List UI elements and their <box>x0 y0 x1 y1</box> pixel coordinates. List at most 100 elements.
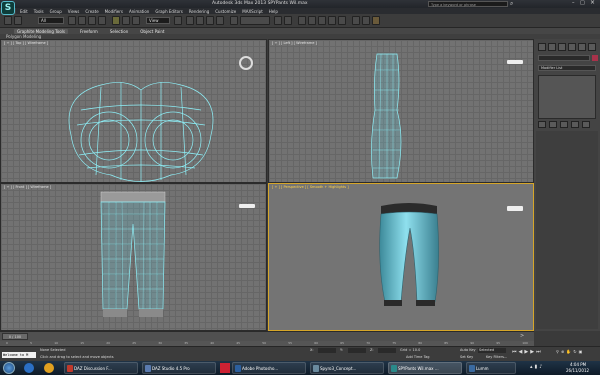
app-logo-icon[interactable]: S <box>1 1 15 15</box>
time-slider[interactable]: 0 / 100 > <box>0 331 534 341</box>
time-slider-thumb[interactable]: 0 / 100 <box>2 333 28 340</box>
goto-start-icon[interactable]: ⏮ <box>512 349 517 359</box>
menu-item[interactable]: Graph Editors <box>155 9 182 14</box>
pin-stack-icon[interactable] <box>538 121 546 128</box>
modify-tab-icon[interactable] <box>548 43 556 51</box>
close-icon[interactable]: × <box>590 0 595 6</box>
auto-key-button[interactable]: Auto Key <box>460 348 476 352</box>
window-crossing-icon[interactable] <box>98 16 106 25</box>
curve-editor-icon[interactable] <box>318 16 326 25</box>
next-frame-icon[interactable]: ▶ <box>530 349 534 359</box>
angle-snap-icon[interactable] <box>196 16 204 25</box>
clock-date[interactable]: 26/11/2012 <box>566 368 589 373</box>
modifier-stack[interactable] <box>538 75 596 119</box>
render-setup-icon[interactable] <box>352 16 360 25</box>
viewport-left[interactable]: [ + ] [ Left ] [ Wireframe ] <box>268 39 534 183</box>
goto-end-icon[interactable]: ⏭ <box>536 349 541 359</box>
explorer-icon[interactable] <box>44 363 54 373</box>
viewport-front[interactable]: [ + ] [ Front ] [ Wireframe ] <box>0 183 267 331</box>
redo-icon[interactable] <box>14 16 22 25</box>
reference-coordinate-dropdown[interactable]: View <box>146 17 170 24</box>
key-mode-dropdown[interactable]: Selected <box>478 348 506 353</box>
render-icon[interactable] <box>372 16 380 25</box>
play-icon[interactable]: ▶ <box>524 349 528 359</box>
maxscript-listener[interactable]: Welcome to M <box>2 352 36 358</box>
snaps-toggle-icon[interactable] <box>186 16 194 25</box>
align-icon[interactable] <box>284 16 292 25</box>
set-key-button[interactable]: Set Key <box>460 355 473 359</box>
minimize-icon[interactable]: – <box>572 0 575 6</box>
taskbar-item[interactable]: DAZ Studio 4.5 Pro <box>142 362 216 374</box>
tab-selection[interactable]: Selection <box>110 29 128 34</box>
next-frame-icon[interactable]: > <box>520 333 524 339</box>
maximize-viewport-icon[interactable]: ▣ <box>579 349 583 359</box>
orbit-icon[interactable]: ↻ <box>573 349 576 359</box>
illustrator-icon[interactable] <box>220 363 230 373</box>
menu-item[interactable]: MAXScript <box>242 9 263 14</box>
taskbar-item[interactable]: Spyro3_Concept... <box>310 362 384 374</box>
zoom-icon[interactable]: ⚲ <box>556 349 559 359</box>
mirror-icon[interactable] <box>274 16 282 25</box>
display-tab-icon[interactable] <box>578 43 586 51</box>
schematic-view-icon[interactable] <box>328 16 336 25</box>
taskbar-item[interactable]: Adobe Photosho... <box>232 362 306 374</box>
rotate-icon[interactable] <box>122 16 130 25</box>
ie-icon[interactable] <box>24 363 34 373</box>
pivot-icon[interactable] <box>174 16 182 25</box>
menu-item[interactable]: Create <box>85 9 98 14</box>
modifier-list-dropdown[interactable]: Modifier List <box>538 65 596 71</box>
taskbar-item-active[interactable]: SPYPants Wil.max ... <box>388 362 462 374</box>
object-color-swatch[interactable] <box>592 55 598 61</box>
move-icon[interactable] <box>112 16 120 25</box>
graphite-toggle-icon[interactable] <box>308 16 316 25</box>
utilities-tab-icon[interactable] <box>588 43 596 51</box>
select-icon[interactable] <box>68 16 76 25</box>
object-name-field[interactable] <box>538 55 590 61</box>
viewport-top[interactable]: [ + ] [ Top ] [ Wireframe ] <box>0 39 267 183</box>
menu-item[interactable]: Animation <box>129 9 149 14</box>
menu-item[interactable]: Modifiers <box>105 9 123 14</box>
volume-icon[interactable]: ♪ <box>539 364 542 372</box>
menu-item[interactable]: Tools <box>34 9 44 14</box>
make-unique-icon[interactable] <box>560 121 568 128</box>
viewcube-icon[interactable] <box>507 206 523 211</box>
menu-item[interactable]: Edit <box>20 9 28 14</box>
pan-icon[interactable]: ✋ <box>566 349 571 359</box>
tab-object-paint[interactable]: Object Paint <box>140 29 164 34</box>
remove-modifier-icon[interactable] <box>571 121 579 128</box>
edit-named-selection-icon[interactable] <box>230 16 238 25</box>
menu-item[interactable]: Group <box>50 9 62 14</box>
zoom-all-icon[interactable]: ⊕ <box>561 349 564 359</box>
network-icon[interactable]: ▮ <box>535 364 538 372</box>
z-coord-field[interactable] <box>378 348 396 353</box>
tab-freeform[interactable]: Freeform <box>80 29 98 34</box>
taskbar-item[interactable]: Lumm <box>466 362 516 374</box>
menu-item[interactable]: Views <box>68 9 80 14</box>
taskbar-item[interactable]: DAZ Discussion F... <box>64 362 138 374</box>
clock-time[interactable]: 4:04 PM <box>570 362 586 367</box>
rendered-frame-icon[interactable] <box>362 16 370 25</box>
menu-item[interactable]: Rendering <box>189 9 209 14</box>
named-selection-dropdown[interactable] <box>240 16 270 25</box>
viewcube-icon[interactable] <box>239 56 253 70</box>
add-time-tag[interactable]: Add Time Tag <box>406 355 430 359</box>
selection-filter-dropdown[interactable]: All <box>38 17 64 24</box>
spinner-snap-icon[interactable] <box>216 16 224 25</box>
x-coord-field[interactable] <box>318 348 336 353</box>
select-by-name-icon[interactable] <box>78 16 86 25</box>
layer-manager-icon[interactable] <box>298 16 306 25</box>
scale-icon[interactable] <box>132 16 140 25</box>
start-button[interactable] <box>3 362 15 374</box>
viewcube-icon[interactable] <box>507 60 523 64</box>
search-icon[interactable]: ⌕ <box>510 0 513 8</box>
y-coord-field[interactable] <box>348 348 366 353</box>
menu-item[interactable]: Help <box>269 9 278 14</box>
undo-icon[interactable] <box>4 16 12 25</box>
motion-tab-icon[interactable] <box>568 43 576 51</box>
percent-snap-icon[interactable] <box>206 16 214 25</box>
hierarchy-tab-icon[interactable] <box>558 43 566 51</box>
menu-item[interactable]: Customize <box>215 9 236 14</box>
create-tab-icon[interactable] <box>538 43 546 51</box>
viewcube-icon[interactable] <box>239 204 255 208</box>
tab-graphite-modeling[interactable]: Graphite Modeling Tools <box>14 28 69 34</box>
